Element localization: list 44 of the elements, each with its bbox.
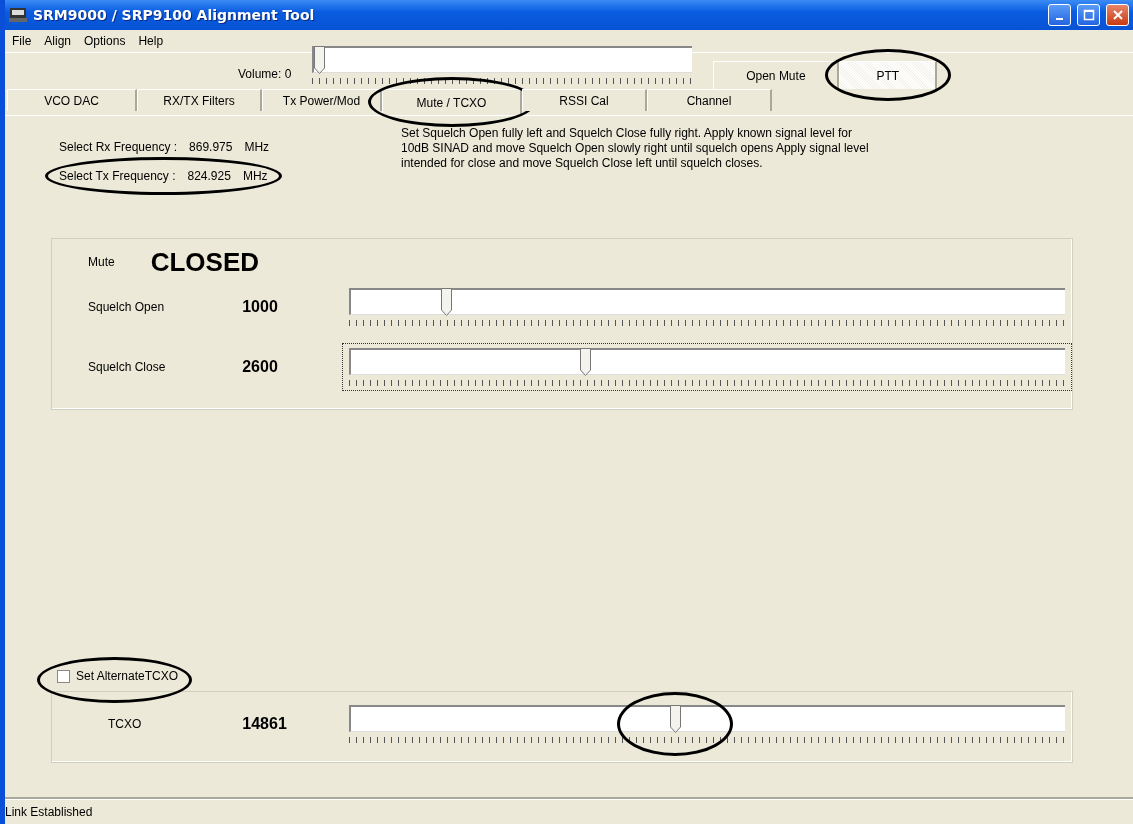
close-icon [1111, 9, 1124, 21]
frequency-label: Select Tx Frequency : [59, 169, 176, 183]
tcxo-label: TCXO [107, 717, 143, 731]
tab[interactable]: Channel [647, 89, 772, 111]
tab[interactable]: RSSI Cal [522, 89, 647, 111]
maximize-icon [1082, 9, 1095, 21]
frequency-value: 824.925 [187, 169, 231, 183]
slider-thumb[interactable] [314, 46, 326, 74]
toolbar-button[interactable]: PTT [839, 61, 938, 89]
close-button[interactable] [1106, 4, 1129, 26]
toolbar-button[interactable]: Open Mute [713, 61, 840, 89]
tab[interactable]: VCO DAC [7, 89, 137, 111]
squelch-slider[interactable] [341, 343, 1072, 391]
tcxo-value: 14861 [242, 715, 288, 733]
tab[interactable]: RX/TX Filters [137, 89, 262, 111]
squelch-label: Squelch Open [88, 300, 166, 314]
mute-status: CLOSED [150, 246, 260, 278]
volume-label: Volume: 0 [238, 67, 292, 81]
minimize-button[interactable] [1048, 4, 1071, 26]
menu-item[interactable]: Options [84, 34, 126, 48]
menu-item[interactable]: Align [44, 34, 72, 48]
slider-thumb[interactable] [670, 705, 681, 733]
slider-thumb[interactable] [440, 288, 452, 316]
maximize-button[interactable] [1077, 4, 1100, 26]
tab[interactable]: Tx Power/Mod [262, 89, 382, 111]
squelch-label: Squelch Close [88, 360, 167, 374]
mute-label: Mute [88, 255, 115, 269]
app-icon [9, 7, 27, 23]
frequency-value: 869.975 [189, 140, 233, 154]
menu-item[interactable]: Help [138, 34, 164, 48]
menu-item[interactable]: File [12, 34, 32, 48]
squelch-value: 1000 [242, 298, 279, 316]
checkbox[interactable] [57, 669, 70, 683]
frequency-unit: MHz [244, 140, 270, 154]
instructions-text: Set Squelch Open fully left and Squelch Close fully right. Apply known signal level for 10dB SINAD and move Squelch Open slowly right until squelch opens Apply signal level intended for close and move Squelch Close left until squelch closes. [401, 126, 870, 172]
minimize-icon [1056, 18, 1063, 20]
tab[interactable]: Mute / TCXO [382, 89, 522, 115]
frequency-unit: MHz [242, 169, 268, 183]
squelch-value: 2600 [242, 358, 279, 376]
checkbox-label: Set AlternateTCXO [76, 669, 179, 683]
window-title: SRM9000 / SRP9100 Alignment Tool [33, 7, 316, 23]
frequency-label: Select Rx Frequency : [59, 140, 178, 154]
status-bar: Link Established [5, 799, 1133, 824]
slider-thumb[interactable] [579, 348, 591, 376]
